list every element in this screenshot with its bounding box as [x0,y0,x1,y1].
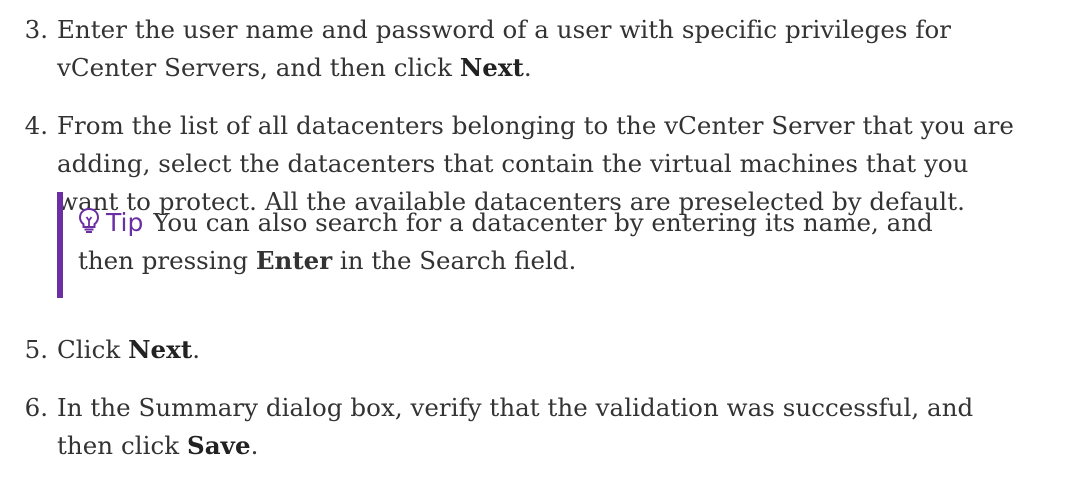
tip-line: Tip You can also search for a datacenter … [78,204,933,244]
next-button-reference: Next [128,335,193,364]
punctuation: . [523,53,532,82]
enter-key-reference: Enter [255,246,333,275]
tip-line: then pressing Enter in the Search field. [78,242,576,280]
step-text: Click Next. [57,331,1057,369]
step-line-text: vCenter Servers, and then click [57,53,460,82]
punctuation: . [192,335,201,364]
step-line: In the Summary dialog box, verify that t… [57,393,974,422]
tip-line-text: You can also search for a datacenter by … [153,208,933,237]
step-line: adding, select the datacenters that cont… [57,149,969,178]
step-line: vCenter Servers, and then click Next. [57,49,1057,87]
tip-line-text: in the Search field. [332,246,577,275]
step-text: In the Summary dialog box, verify that t… [57,389,1057,465]
next-button-reference: Next [459,53,524,82]
tip-line-text: then pressing [78,246,256,275]
step-number: 4. [24,111,48,140]
step-line-text: Click [57,335,129,364]
step-number: 5. [24,335,48,364]
step-line: Click Next. [57,331,1057,369]
step-text: Enter the user name and password of a us… [57,11,1057,87]
tip-label: Tip [106,208,144,237]
step-line: Enter the user name and password of a us… [57,15,952,44]
tip-callout: Tip You can also search for a datacenter … [57,192,1003,298]
step-line: From the list of all datacenters belongi… [57,111,1014,140]
lightbulb-icon [78,206,100,244]
step-line-text: then click [57,431,187,460]
step-number: 6. [24,393,48,422]
step-line: then click Save. [57,427,1057,465]
punctuation: . [250,431,259,460]
save-button-reference: Save [187,431,251,460]
step-number: 3. [24,15,48,44]
